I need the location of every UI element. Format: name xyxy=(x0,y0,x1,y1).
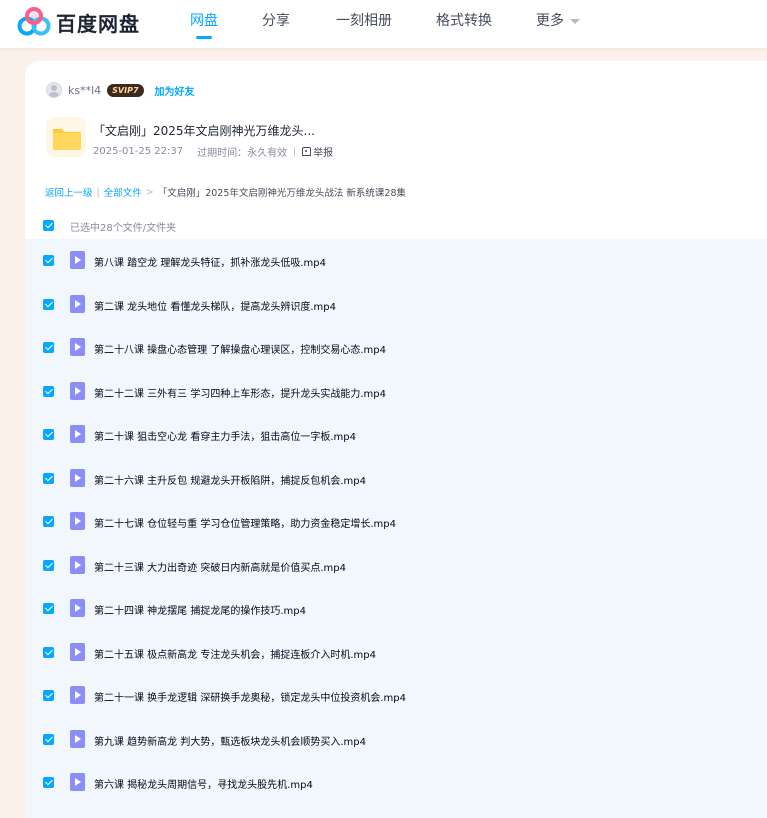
breadcrumb: 返回上一级 | 全部文件 > 「文启刚」2025年文启刚神光万维龙头战法 新系统… xyxy=(45,185,406,200)
file-row[interactable]: 第二十八课 操盘心态管理 了解操盘心理误区，控制交易心态.mp4 xyxy=(25,326,767,369)
selection-count-text: 已选中28个文件/文件夹 xyxy=(70,223,177,234)
file-name[interactable]: 第二十三课 大力出奇迹 突破日内新高就是价值买点.mp4 xyxy=(94,559,346,574)
top-navigation-bar: 百度网盘 网盘 分享 一刻相册 格式转换 更多 xyxy=(0,0,767,48)
expiry-value: 永久有效 xyxy=(247,148,288,159)
file-checkbox[interactable] xyxy=(43,603,54,614)
report-icon xyxy=(302,147,312,156)
file-row[interactable]: 第二课 龙头地位 看懂龙头梯队，提高龙头辨识度.mp4 xyxy=(25,283,767,326)
video-file-icon xyxy=(70,642,85,661)
file-checkbox[interactable] xyxy=(43,429,54,440)
baidu-netdisk-logo-icon xyxy=(17,7,51,36)
video-file-icon xyxy=(70,468,85,487)
breadcrumb-separator: | xyxy=(96,186,100,198)
breadcrumb-chevron-icon: > xyxy=(145,186,154,198)
report-label: 举报 xyxy=(313,148,334,159)
file-name[interactable]: 第二十七课 仓位轻与重 学习仓位管理策略，助力资金稳定增长.mp4 xyxy=(94,515,396,530)
brand-logo[interactable]: 百度网盘 xyxy=(17,7,140,37)
video-file-icon xyxy=(70,555,85,574)
file-checkbox[interactable] xyxy=(43,777,54,788)
nav-tab-more[interactable]: 更多 xyxy=(536,11,580,31)
video-file-icon xyxy=(70,338,85,356)
file-name[interactable]: 第二十二课 三外有三 学习四种上车形态，提升龙头实战能力.mp4 xyxy=(94,385,386,400)
avatar[interactable] xyxy=(46,82,62,98)
nav-more-label: 更多 xyxy=(536,13,564,29)
report-button[interactable]: 举报 xyxy=(302,144,333,159)
brand-name: 百度网盘 xyxy=(56,11,140,36)
sharer-username[interactable]: ks**l4 xyxy=(68,84,101,97)
breadcrumb-back-link[interactable]: 返回上一级 xyxy=(45,185,93,199)
file-row[interactable]: 第六课 揭秘龙头周期信号，寻找龙头股先机.mp4 xyxy=(25,761,767,804)
file-row[interactable]: 第二十四课 神龙摆尾 捕捉龙尾的操作技巧.mp4 xyxy=(25,587,767,630)
file-name[interactable]: 第六课 揭秘龙头周期信号，寻找龙头股先机.mp4 xyxy=(94,776,313,791)
file-name[interactable]: 第二十六课 主升反包 规避龙头开板陷阱，捕捉反包机会.mp4 xyxy=(94,472,366,487)
video-file-icon xyxy=(70,425,85,443)
file-row[interactable]: 第八课 踏空龙 理解龙头特征，抓补涨龙头低吸.mp4 xyxy=(25,239,767,282)
sharer-info: ks**l4 SVIP7 加为好友 xyxy=(46,81,195,99)
expiry-label: 过期时间： xyxy=(197,148,248,159)
breadcrumb-current-folder: 「文启刚」2025年文启刚神光万维龙头战法 新系统课28集 xyxy=(157,188,406,199)
svip-badge: SVIP7 xyxy=(107,83,144,97)
file-row[interactable]: 第二十课 狙击空心龙 看穿主力手法，狙击高位一字板.mp4 xyxy=(25,413,767,456)
nav-tab-format-convert[interactable]: 格式转换 xyxy=(436,11,492,31)
nav-tab-album[interactable]: 一刻相册 xyxy=(336,11,392,31)
file-row[interactable]: 第二十六课 主升反包 规避龙头开板陷阱，捕捉反包机会.mp4 xyxy=(25,457,767,500)
file-row[interactable]: 第二十五课 极点新高龙 专注龙头机会，捕捉连板介入时机.mp4 xyxy=(25,631,767,674)
file-checkbox[interactable] xyxy=(43,690,54,701)
meta-divider xyxy=(294,146,296,157)
select-all-row: 已选中28个文件/文件夹 xyxy=(25,213,767,239)
video-file-icon xyxy=(70,686,85,704)
video-file-icon xyxy=(70,729,85,748)
chevron-down-icon xyxy=(570,18,580,24)
share-card: ks**l4 SVIP7 加为好友 「文启刚」2025年文启刚神光万维龙头...… xyxy=(25,61,767,818)
video-file-icon xyxy=(70,251,85,269)
file-name[interactable]: 第九课 趋势新高龙 判大势，甄选板块龙头机会顺势买入.mp4 xyxy=(94,733,366,748)
file-list: 第八课 踏空龙 理解龙头特征，抓补涨龙头低吸.mp4 第二课 龙头地位 看懂龙头… xyxy=(25,239,767,818)
file-checkbox[interactable] xyxy=(43,385,54,397)
breadcrumb-all-files-link[interactable]: 全部文件 xyxy=(104,185,142,199)
file-row[interactable]: 第二十七课 仓位轻与重 学习仓位管理策略，助力资金稳定增长.mp4 xyxy=(25,500,767,543)
file-checkbox[interactable] xyxy=(43,255,54,266)
share-date: 2025-01-25 22:37 xyxy=(93,146,184,157)
select-all-checkbox[interactable] xyxy=(43,220,54,231)
folder-icon xyxy=(46,117,86,157)
file-checkbox[interactable] xyxy=(43,733,54,745)
file-name[interactable]: 第二十四课 神龙摆尾 捕捉龙尾的操作技巧.mp4 xyxy=(94,602,306,617)
file-row[interactable]: 第二十二课 三外有三 学习四种上车形态，提升龙头实战能力.mp4 xyxy=(25,370,767,413)
file-checkbox[interactable] xyxy=(43,559,54,571)
nav-tab-netdisk[interactable]: 网盘 xyxy=(190,11,218,31)
file-checkbox[interactable] xyxy=(43,516,54,527)
file-name[interactable]: 第二课 龙头地位 看懂龙头梯队，提高龙头辨识度.mp4 xyxy=(94,298,336,313)
video-file-icon xyxy=(70,773,85,791)
file-name[interactable]: 第二十八课 操盘心态管理 了解操盘心理误区，控制交易心态.mp4 xyxy=(94,341,386,356)
add-friend-link[interactable]: 加为好友 xyxy=(155,83,195,98)
video-file-icon xyxy=(70,512,85,530)
video-file-icon xyxy=(70,599,85,617)
file-row[interactable]: 第二十一课 换手龙逻辑 深研换手龙奥秘，锁定龙头中位投资机会.mp4 xyxy=(25,674,767,717)
file-checkbox[interactable] xyxy=(43,298,54,310)
share-meta: 2025-01-25 22:37 过期时间： 永久有效 举报 xyxy=(93,144,333,159)
file-name[interactable]: 第二十一课 换手龙逻辑 深研换手龙奥秘，锁定龙头中位投资机会.mp4 xyxy=(94,689,406,704)
file-name[interactable]: 第八课 踏空龙 理解龙头特征，抓补涨龙头低吸.mp4 xyxy=(94,254,326,269)
file-row[interactable]: 第九课 趋势新高龙 判大势，甄选板块龙头机会顺势买入.mp4 xyxy=(25,718,767,761)
video-file-icon xyxy=(70,294,85,313)
file-checkbox[interactable] xyxy=(43,472,54,484)
folder-glyph-icon xyxy=(53,129,81,150)
file-row[interactable]: 第二十三课 大力出奇迹 突破日内新高就是价值买点.mp4 xyxy=(25,544,767,587)
file-name[interactable]: 第二十课 狙击空心龙 看穿主力手法，狙击高位一字板.mp4 xyxy=(94,428,356,443)
file-name[interactable]: 第二十五课 极点新高龙 专注龙头机会，捕捉连板介入时机.mp4 xyxy=(94,646,376,661)
active-tab-indicator xyxy=(196,36,212,39)
nav-tab-share[interactable]: 分享 xyxy=(262,11,290,31)
video-file-icon xyxy=(70,381,85,400)
file-checkbox[interactable] xyxy=(43,342,54,353)
share-title: 「文启刚」2025年文启刚神光万维龙头... xyxy=(93,124,315,138)
file-checkbox[interactable] xyxy=(43,646,54,658)
